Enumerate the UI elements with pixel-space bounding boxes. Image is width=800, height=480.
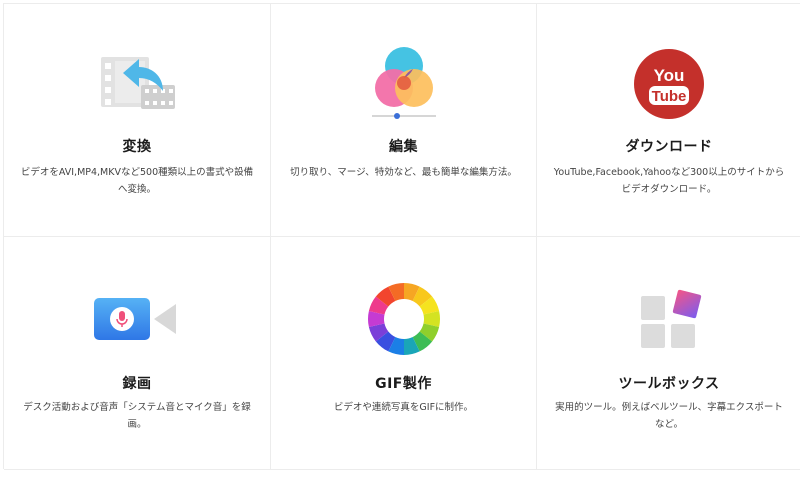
feature-grid: 変換 ビデオをAVI,MP4,MKVなど500種類以上の書式や設備へ変換。 編集… xyxy=(3,3,800,470)
record-camera-icon xyxy=(4,279,270,359)
feature-description: ビデオや連続写真をGIFに制作。 xyxy=(333,402,474,413)
feature-description: デスク活動および音声「システム音とマイク音」を録画。 xyxy=(23,402,251,430)
feature-title: 編集 xyxy=(389,139,418,155)
youtube-logo-text-top: You xyxy=(654,66,685,85)
feature-description: 切り取り、マージ、特効など、最も簡単な編集方法。 xyxy=(290,167,517,178)
video-convert-icon xyxy=(4,44,270,124)
feature-card-record[interactable]: 録画 デスク活動および音声「システム音とマイク音」を録画。 xyxy=(4,237,271,470)
feature-card-toolbox[interactable]: ツールボックス 実用的ツール。例えばベルツール、字幕エクスポートなど。 xyxy=(537,237,800,470)
feature-description: YouTube,Facebook,Yahooなど300以上のサイトからビデオダウ… xyxy=(553,167,785,195)
color-edit-icon xyxy=(271,44,536,124)
youtube-logo-text-bottom: Tube xyxy=(652,88,687,105)
feature-title: 録画 xyxy=(122,376,152,392)
feature-card-download[interactable]: You Tube ダウンロード YouTube,Facebook,Yahooなど… xyxy=(537,4,800,237)
toolbox-icon xyxy=(537,279,800,359)
feature-card-gif[interactable]: GIF製作 ビデオや連続写真をGIFに制作。 xyxy=(271,237,537,470)
feature-description: ビデオをAVI,MP4,MKVなど500種類以上の書式や設備へ変換。 xyxy=(20,167,254,195)
feature-title: ツールボックス xyxy=(618,376,720,392)
feature-title: ダウンロード xyxy=(625,139,713,155)
feature-description: 実用的ツール。例えばベルツール、字幕エクスポートなど。 xyxy=(555,402,783,430)
feature-title: GIF製作 xyxy=(375,376,432,392)
youtube-icon: You Tube xyxy=(537,44,800,124)
feature-title: 変換 xyxy=(122,139,152,155)
feature-card-convert[interactable]: 変換 ビデオをAVI,MP4,MKVなど500種類以上の書式や設備へ変換。 xyxy=(4,4,271,237)
feature-card-edit[interactable]: 編集 切り取り、マージ、特効など、最も簡単な編集方法。 xyxy=(271,4,537,237)
gif-color-wheel-icon xyxy=(271,279,536,359)
